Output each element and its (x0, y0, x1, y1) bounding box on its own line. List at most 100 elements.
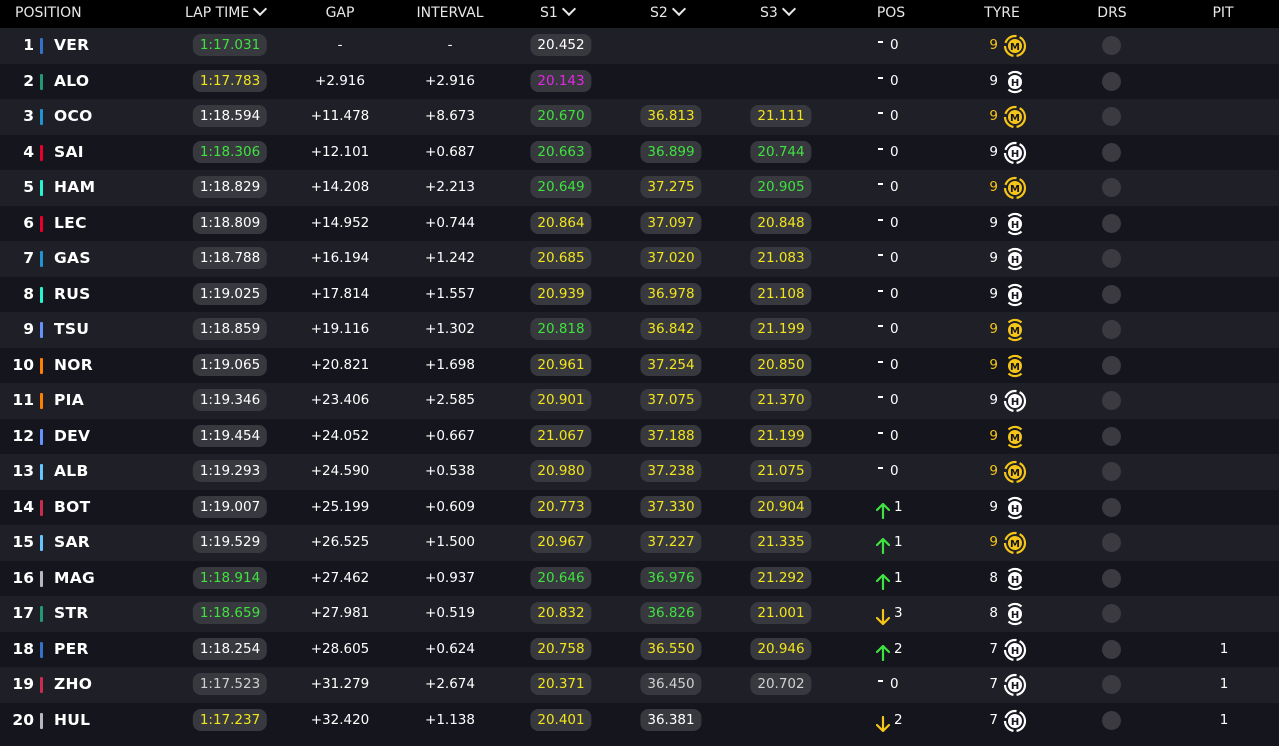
s3-cell: 20.850 (750, 348, 812, 384)
table-row[interactable]: 4 SAI 1:18.306 +12.101 +0.687 20.663 36.… (0, 134, 1279, 171)
medium-tyre-icon: M (1003, 531, 1027, 555)
table-row[interactable]: 6 LEC 1:18.809 +14.952 +0.744 20.864 37.… (0, 205, 1279, 242)
header-pos[interactable]: POS (877, 0, 905, 28)
table-row[interactable]: 11 PIA 1:19.346 +23.406 +2.585 20.901 37… (0, 383, 1279, 419)
arrow-up-icon (875, 640, 891, 661)
drs-indicator (1102, 604, 1121, 623)
gap-value: +14.952 (310, 214, 370, 231)
table-row[interactable]: 13 ALB 1:19.293 +24.590 +0.538 20.980 37… (0, 454, 1279, 490)
table-row[interactable]: 8 RUS 1:19.025 +17.814 +1.557 20.939 36.… (0, 276, 1279, 312)
s2-time: 36.813 (640, 105, 702, 127)
lap-time: 1:19.007 (192, 495, 268, 518)
position-number: 14 (12, 497, 34, 516)
driver-code: OCO (54, 107, 93, 125)
lap-time: 1:19.025 (192, 282, 268, 305)
driver-code: HUL (54, 710, 91, 729)
table-row[interactable]: 19 ZHO 1:17.523 +31.279 +2.674 20.371 36… (0, 667, 1279, 703)
table-row[interactable]: 18 PER 1:18.254 +28.605 +0.624 20.758 36… (0, 631, 1279, 668)
s2-cell: 36.899 (640, 135, 702, 171)
pit-count (1218, 490, 1230, 526)
s2-time: 37.275 (640, 176, 702, 198)
header-s1[interactable]: S1 (540, 0, 576, 28)
lap-time: 1:18.914 (192, 566, 268, 589)
s1-cell: 20.773 (530, 490, 592, 526)
position-change-value: 0 (890, 250, 899, 266)
tyre-age: 9 (989, 463, 998, 479)
s3-cell: 20.848 (750, 206, 812, 242)
position-change-value: 2 (894, 711, 903, 728)
header-position[interactable]: POSITION (15, 0, 82, 28)
header-s2[interactable]: S2 (650, 0, 686, 28)
table-row[interactable]: 17 STR 1:18.659 +27.981 +0.519 20.832 36… (0, 596, 1279, 632)
table-row[interactable]: 7 GAS 1:18.788 +16.194 +1.242 20.685 37.… (0, 241, 1279, 277)
table-row[interactable]: 1 VER 1:17.031 - - 20.452 0 9 M (0, 28, 1279, 64)
position-change-value: 0 (890, 179, 899, 195)
header-pit[interactable]: PIT (1212, 0, 1233, 28)
position-number: 11 (12, 391, 34, 409)
gap-value: +31.279 (310, 676, 370, 692)
header-interval[interactable]: INTERVAL (416, 0, 483, 28)
table-row[interactable]: 14 BOT 1:19.007 +25.199 +0.609 20.773 37… (0, 489, 1279, 526)
s3-cell: 21.001 (750, 596, 812, 632)
table-row[interactable]: 2 ALO 1:17.783 +2.916 +2.916 20.143 0 9 … (0, 63, 1279, 99)
tyre-age: 9 (989, 143, 998, 160)
s2-cell: 36.381 (640, 703, 702, 739)
hard-tyre-icon: H (1003, 141, 1027, 164)
header-gap[interactable]: GAP (326, 0, 355, 28)
position-number: 15 (12, 533, 34, 551)
no-change-dash-icon (878, 467, 883, 469)
header-tyre[interactable]: TYRE (984, 0, 1020, 28)
lap-time-cell: 1:18.809 (192, 206, 268, 242)
driver-code: RUS (54, 284, 91, 303)
interval-value: +2.213 (425, 179, 475, 195)
no-change-dash-icon (878, 112, 883, 114)
interval-value: +2.916 (425, 72, 475, 89)
svg-text:M: M (1010, 362, 1020, 373)
lap-time-cell: 1:18.659 (192, 596, 268, 632)
svg-text:M: M (1010, 42, 1020, 53)
pit-count (1218, 206, 1230, 242)
chevron-down-icon (253, 1, 268, 17)
s1-time: 20.401 (530, 708, 592, 731)
gap-value: +17.814 (310, 285, 370, 302)
team-color-bar (40, 73, 43, 90)
table-row[interactable]: 15 SAR 1:19.529 +26.525 +1.500 20.967 37… (0, 525, 1279, 561)
pit-count (1218, 348, 1230, 384)
svg-text:H: H (1011, 78, 1019, 89)
table-row[interactable]: 10 NOR 1:19.065 +20.821 +1.698 20.961 37… (0, 347, 1279, 384)
s1-cell: 20.646 (530, 561, 592, 597)
header-drs[interactable]: DRS (1097, 0, 1126, 28)
hard-tyre-new-icon: H (1007, 567, 1023, 590)
s3-cell: 21.370 (750, 383, 812, 419)
s3-cell: 21.292 (750, 561, 812, 597)
table-row[interactable]: 5 HAM 1:18.829 +14.208 +2.213 20.649 37.… (0, 170, 1279, 206)
position-number: 20 (12, 710, 34, 729)
position-change-value: 0 (890, 108, 899, 124)
lap-time: 1:19.293 (192, 460, 268, 482)
table-row[interactable]: 9 TSU 1:18.859 +19.116 +1.302 20.818 36.… (0, 312, 1279, 348)
table-row[interactable]: 12 DEV 1:19.454 +24.052 +0.667 21.067 37… (0, 418, 1279, 454)
medium-tyre-new-icon: M (1007, 318, 1023, 342)
driver-code: ALO (54, 71, 90, 90)
table-row[interactable]: 20 HUL 1:17.237 +32.420 +1.138 20.401 36… (0, 702, 1279, 739)
table-row[interactable]: 3 OCO 1:18.594 +11.478 +8.673 20.670 36.… (0, 99, 1279, 135)
pit-count (1218, 241, 1230, 277)
s1-time: 20.143 (530, 69, 592, 92)
header-s3[interactable]: S3 (760, 0, 796, 28)
s2-time: 36.899 (640, 140, 702, 163)
s1-cell: 20.452 (530, 28, 592, 64)
tyre-age: 9 (989, 214, 998, 231)
s2-time: 36.842 (640, 318, 702, 340)
table-row[interactable]: 16 MAG 1:18.914 +27.462 +0.937 20.646 36… (0, 560, 1279, 597)
interval-value: +0.667 (425, 427, 475, 444)
drs-indicator (1102, 533, 1121, 552)
drs-indicator (1102, 320, 1121, 339)
s2-time: 36.978 (640, 282, 702, 305)
position-change: 2 (875, 632, 916, 668)
gap-value: +2.916 (315, 72, 365, 89)
header-lap-time[interactable]: LAP TIME (185, 0, 268, 28)
interval-value: +1.138 (425, 711, 475, 728)
tyre-age: 9 (989, 285, 998, 302)
s1-time: 20.818 (530, 318, 592, 340)
svg-text:M: M (1010, 113, 1020, 124)
